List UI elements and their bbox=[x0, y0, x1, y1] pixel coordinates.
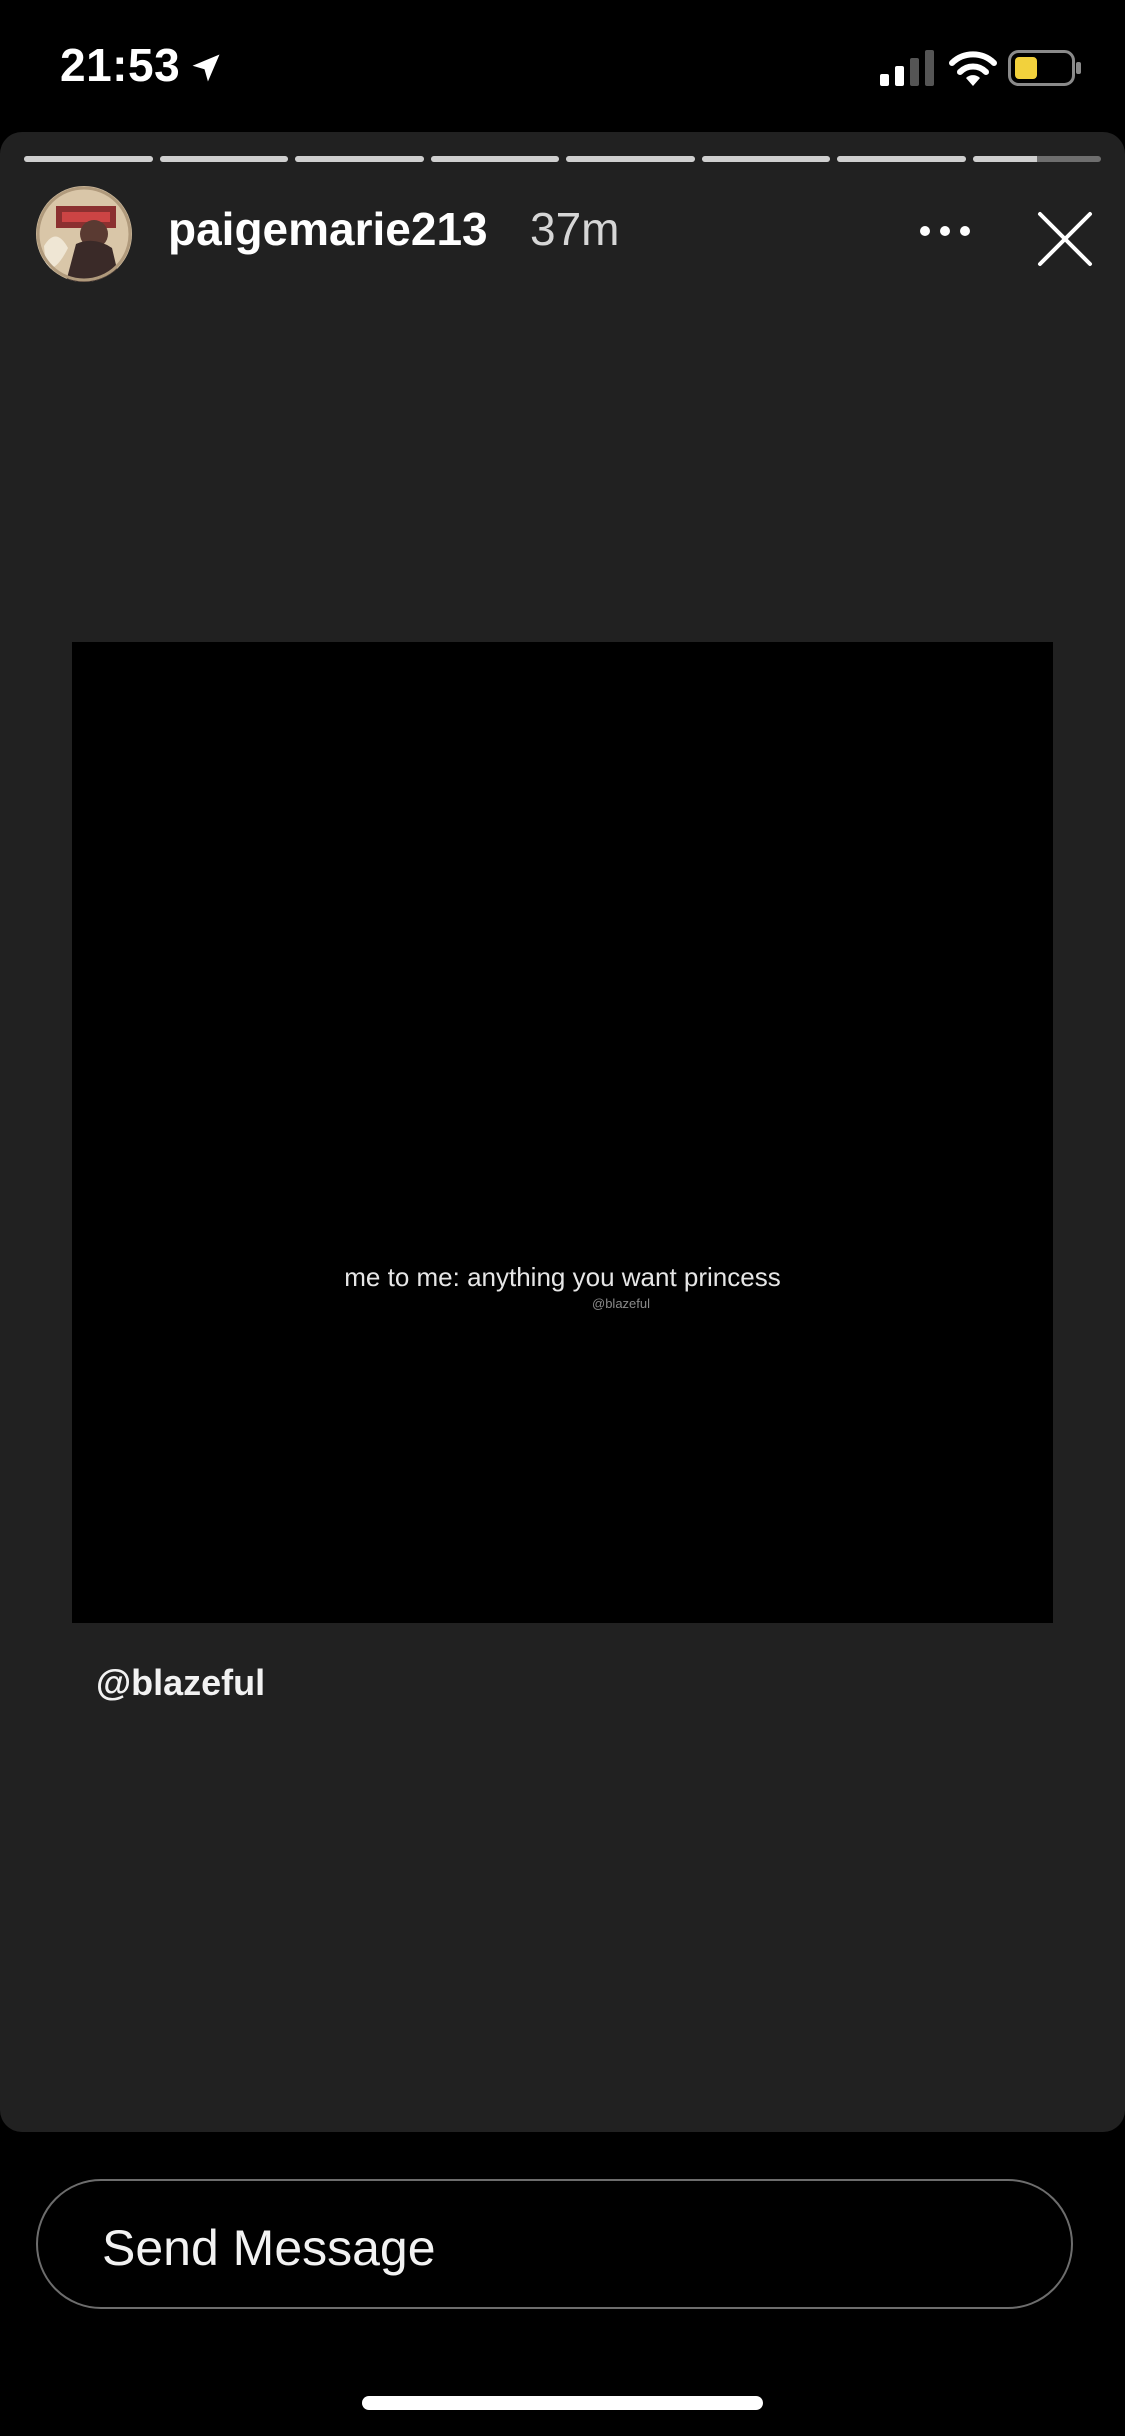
story-media[interactable]: me to me: anything you want princess @bl… bbox=[72, 642, 1053, 1623]
story-progress-fill bbox=[837, 156, 966, 162]
cellular-signal-icon bbox=[880, 50, 934, 86]
story-progress-segment bbox=[566, 156, 695, 162]
story-progress-segment bbox=[837, 156, 966, 162]
media-caption: me to me: anything you want princess bbox=[344, 1262, 781, 1292]
story-progress-fill bbox=[295, 156, 424, 162]
story-progress-segment bbox=[972, 156, 1101, 162]
more-options-icon[interactable] bbox=[914, 216, 976, 246]
battery-icon bbox=[1008, 50, 1081, 86]
story-time-ago: 37m bbox=[530, 203, 620, 255]
media-watermark: @blazeful bbox=[592, 1296, 651, 1311]
avatar[interactable] bbox=[36, 186, 132, 282]
story-progress-fill bbox=[430, 156, 559, 162]
story-progress-fill bbox=[24, 156, 153, 162]
story-username[interactable]: paigemarie213 bbox=[168, 202, 488, 256]
story-progress-segment bbox=[701, 156, 830, 162]
story-progress-segment bbox=[295, 156, 424, 162]
send-message-placeholder: Send Message bbox=[102, 2220, 436, 2276]
story-progress-fill bbox=[701, 156, 830, 162]
close-icon[interactable] bbox=[1034, 208, 1096, 270]
story-progress-segment bbox=[430, 156, 559, 162]
wifi-icon bbox=[949, 51, 997, 86]
profile-photo-icon bbox=[36, 186, 132, 282]
story-viewer[interactable]: paigemarie213 37m me to me: anything you… bbox=[0, 132, 1125, 2132]
story-progress-segment bbox=[24, 156, 153, 162]
status-time: 21:53 bbox=[60, 39, 181, 91]
story-progress-fill bbox=[159, 156, 288, 162]
story-progress-fill bbox=[972, 156, 1037, 162]
story-progress-fill bbox=[566, 156, 695, 162]
story-progress-bar bbox=[24, 156, 1101, 162]
story-progress-segment bbox=[159, 156, 288, 162]
mention-sticker[interactable]: @blazeful bbox=[96, 1662, 265, 1704]
status-bar: 21:53 bbox=[0, 0, 1125, 132]
send-message-input[interactable]: Send Message bbox=[36, 2179, 1073, 2309]
location-arrow-icon bbox=[192, 54, 220, 82]
home-indicator[interactable] bbox=[362, 2396, 763, 2410]
